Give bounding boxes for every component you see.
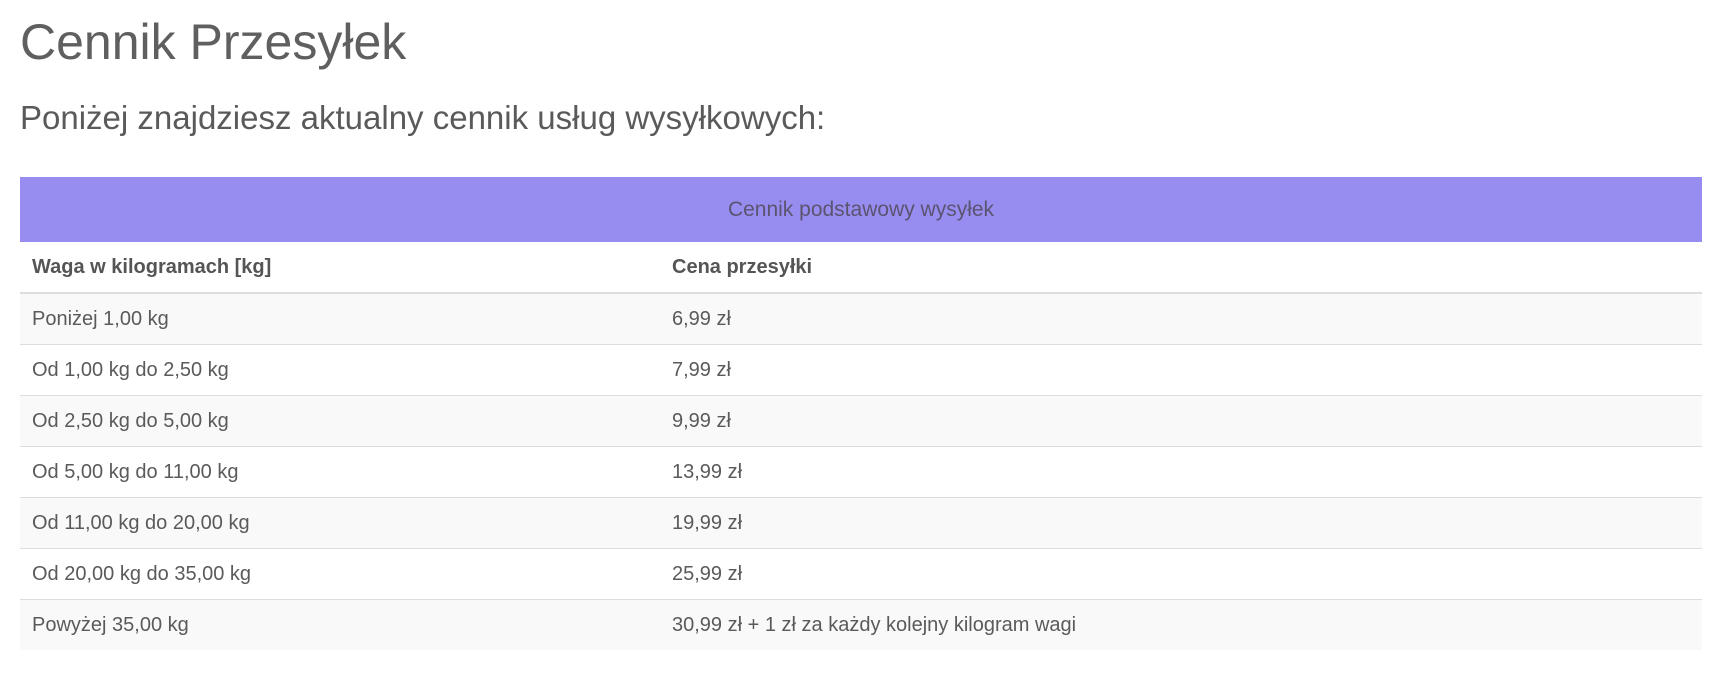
price-cell: 25,99 zł [660,548,1702,600]
table-row: Od 2,50 kg do 5,00 kg 9,99 zł [20,395,1702,447]
shipping-price-table: Cennik podstawowy wysyłek Waga w kilogra… [20,177,1702,650]
table-row: Powyżej 35,00 kg 30,99 zł + 1 zł za każd… [20,599,1702,650]
weight-cell: Poniżej 1,00 kg [20,292,660,345]
table-header-row: Waga w kilogramach [kg] Cena przesyłki [20,242,1702,294]
table-row: Od 20,00 kg do 35,00 kg 25,99 zł [20,548,1702,600]
price-cell: 7,99 zł [660,344,1702,396]
weight-cell: Od 5,00 kg do 11,00 kg [20,446,660,498]
weight-cell: Od 2,50 kg do 5,00 kg [20,395,660,447]
header-weight: Waga w kilogramach [kg] [20,242,660,294]
table-row: Od 1,00 kg do 2,50 kg 7,99 zł [20,344,1702,396]
table-row: Od 11,00 kg do 20,00 kg 19,99 zł [20,497,1702,549]
page-subtitle: Poniżej znajdziesz aktualny cennik usług… [20,99,826,136]
weight-cell: Od 20,00 kg do 35,00 kg [20,548,660,600]
weight-cell: Powyżej 35,00 kg [20,599,660,650]
price-cell: 6,99 zł [660,292,1702,345]
price-cell: 30,99 zł + 1 zł za każdy kolejny kilogra… [660,599,1702,650]
price-cell: 13,99 zł [660,446,1702,498]
weight-cell: Od 11,00 kg do 20,00 kg [20,497,660,549]
page-title: Cennik Przesyłek [20,14,407,70]
table-row: Poniżej 1,00 kg 6,99 zł [20,292,1702,345]
price-cell: 19,99 zł [660,497,1702,549]
table-row: Od 5,00 kg do 11,00 kg 13,99 zł [20,446,1702,498]
table-caption: Cennik podstawowy wysyłek [20,177,1702,242]
weight-cell: Od 1,00 kg do 2,50 kg [20,344,660,396]
header-price: Cena przesyłki [660,242,1702,294]
price-cell: 9,99 zł [660,395,1702,447]
page-content: Cennik Przesyłek Poniżej znajdziesz aktu… [0,0,1721,650]
